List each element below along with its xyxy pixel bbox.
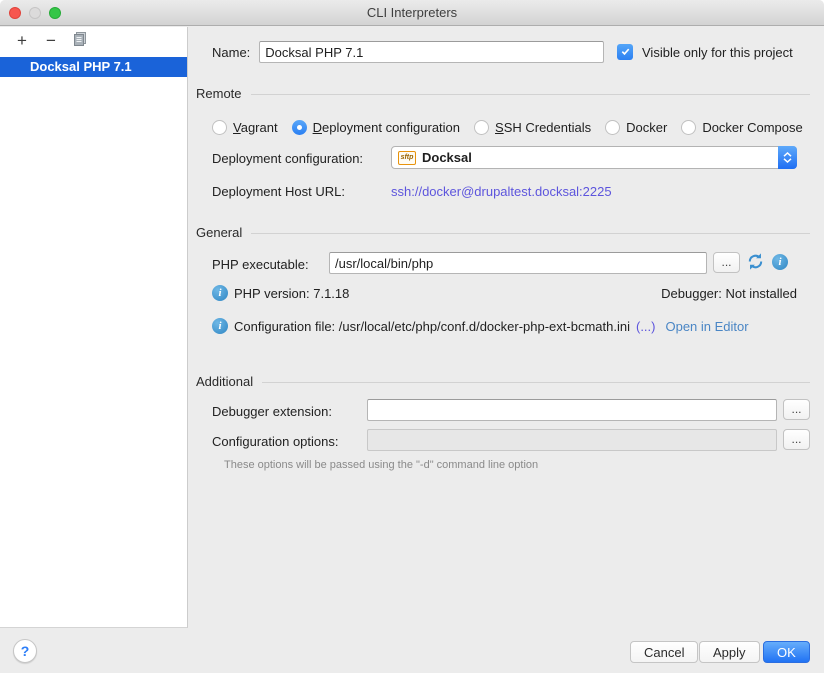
list-item-interpreter[interactable]: Docksal PHP 7.1 bbox=[0, 57, 187, 77]
radio-label: Vagrant bbox=[233, 120, 278, 135]
minimize-window-button bbox=[29, 7, 41, 19]
window-title: CLI Interpreters bbox=[367, 5, 457, 20]
configuration-options-input bbox=[367, 429, 777, 451]
php-executable-label: PHP executable: bbox=[212, 257, 309, 272]
php-info-icon[interactable]: i bbox=[772, 254, 788, 270]
sftp-icon: sftp bbox=[398, 151, 416, 165]
radio-label: Docker Compose bbox=[702, 120, 802, 135]
dropdown-stepper-icon[interactable] bbox=[778, 146, 797, 169]
debugger-extension-label: Debugger extension: bbox=[212, 404, 332, 419]
cli-interpreters-dialog: CLI Interpreters + − Docksal PHP 7.1 Nam… bbox=[0, 0, 824, 673]
interpreters-sidebar: + − Docksal PHP 7.1 bbox=[0, 27, 188, 628]
radio-label: SSH Credentials bbox=[495, 120, 591, 135]
help-button[interactable]: ? bbox=[13, 639, 37, 663]
radio-deployment-configuration[interactable]: Deployment configuration bbox=[292, 120, 460, 135]
check-icon bbox=[620, 45, 631, 60]
separator-line bbox=[262, 382, 810, 383]
copy-interpreter-button[interactable] bbox=[72, 31, 88, 50]
radio-icon bbox=[681, 120, 696, 135]
radio-vagrant[interactable]: Vagrant bbox=[212, 120, 278, 135]
deployment-host-url-label: Deployment Host URL: bbox=[212, 184, 345, 199]
radio-docker-compose[interactable]: Docker Compose bbox=[681, 120, 802, 135]
debugger-extension-browse-button[interactable]: ... bbox=[783, 399, 810, 420]
radio-selected-icon bbox=[292, 120, 307, 135]
radio-icon bbox=[605, 120, 620, 135]
configuration-file-text: Configuration file: /usr/local/etc/php/c… bbox=[234, 319, 630, 334]
separator-line bbox=[251, 233, 810, 234]
configuration-options-label: Configuration options: bbox=[212, 434, 338, 449]
deployment-configuration-select[interactable]: sftp Docksal bbox=[391, 146, 797, 169]
cancel-button[interactable]: Cancel bbox=[630, 641, 698, 663]
options-hint-text: These options will be passed using the "… bbox=[224, 459, 538, 471]
php-executable-input[interactable] bbox=[329, 252, 707, 274]
reload-php-info-icon[interactable] bbox=[746, 252, 765, 274]
radio-ssh-credentials[interactable]: SSH Credentials bbox=[474, 120, 591, 135]
name-label: Name: bbox=[212, 45, 250, 60]
section-title-general: General bbox=[196, 225, 242, 240]
name-input[interactable] bbox=[259, 41, 604, 63]
open-in-editor-link[interactable]: Open in Editor bbox=[665, 319, 748, 334]
visible-only-checkbox[interactable] bbox=[617, 44, 633, 60]
debugger-status-text: Debugger: Not installed bbox=[661, 286, 797, 301]
section-title-remote: Remote bbox=[196, 86, 242, 101]
zoom-window-button[interactable] bbox=[49, 7, 61, 19]
radio-icon bbox=[474, 120, 489, 135]
add-interpreter-button[interactable]: + bbox=[14, 32, 30, 49]
php-executable-browse-button[interactable]: ... bbox=[713, 252, 740, 273]
close-window-button[interactable] bbox=[9, 7, 21, 19]
php-version-text: PHP version: 7.1.18 bbox=[234, 286, 349, 301]
info-icon: i bbox=[212, 318, 228, 334]
copy-icon bbox=[72, 32, 88, 51]
radio-label: Deployment configuration bbox=[313, 120, 460, 135]
radio-docker[interactable]: Docker bbox=[605, 120, 667, 135]
configuration-options-browse-button[interactable]: ... bbox=[783, 429, 810, 450]
deployment-configuration-value: Docksal bbox=[422, 150, 472, 165]
titlebar[interactable]: CLI Interpreters bbox=[0, 0, 824, 26]
visible-only-label: Visible only for this project bbox=[642, 45, 793, 60]
sidebar-toolbar: + − bbox=[0, 27, 187, 54]
info-icon: i bbox=[212, 285, 228, 301]
debugger-extension-input[interactable] bbox=[367, 399, 777, 421]
remove-interpreter-button[interactable]: − bbox=[43, 32, 59, 49]
deployment-configuration-label: Deployment configuration: bbox=[212, 151, 363, 166]
apply-button[interactable]: Apply bbox=[699, 641, 760, 663]
section-title-additional: Additional bbox=[196, 374, 253, 389]
radio-icon bbox=[212, 120, 227, 135]
configuration-file-ellipsis-link[interactable]: (...) bbox=[636, 319, 656, 334]
deployment-host-url-link[interactable]: ssh://docker@drupaltest.docksal:2225 bbox=[391, 184, 612, 199]
separator-line bbox=[251, 94, 810, 95]
radio-label: Docker bbox=[626, 120, 667, 135]
ok-button[interactable]: OK bbox=[763, 641, 810, 663]
